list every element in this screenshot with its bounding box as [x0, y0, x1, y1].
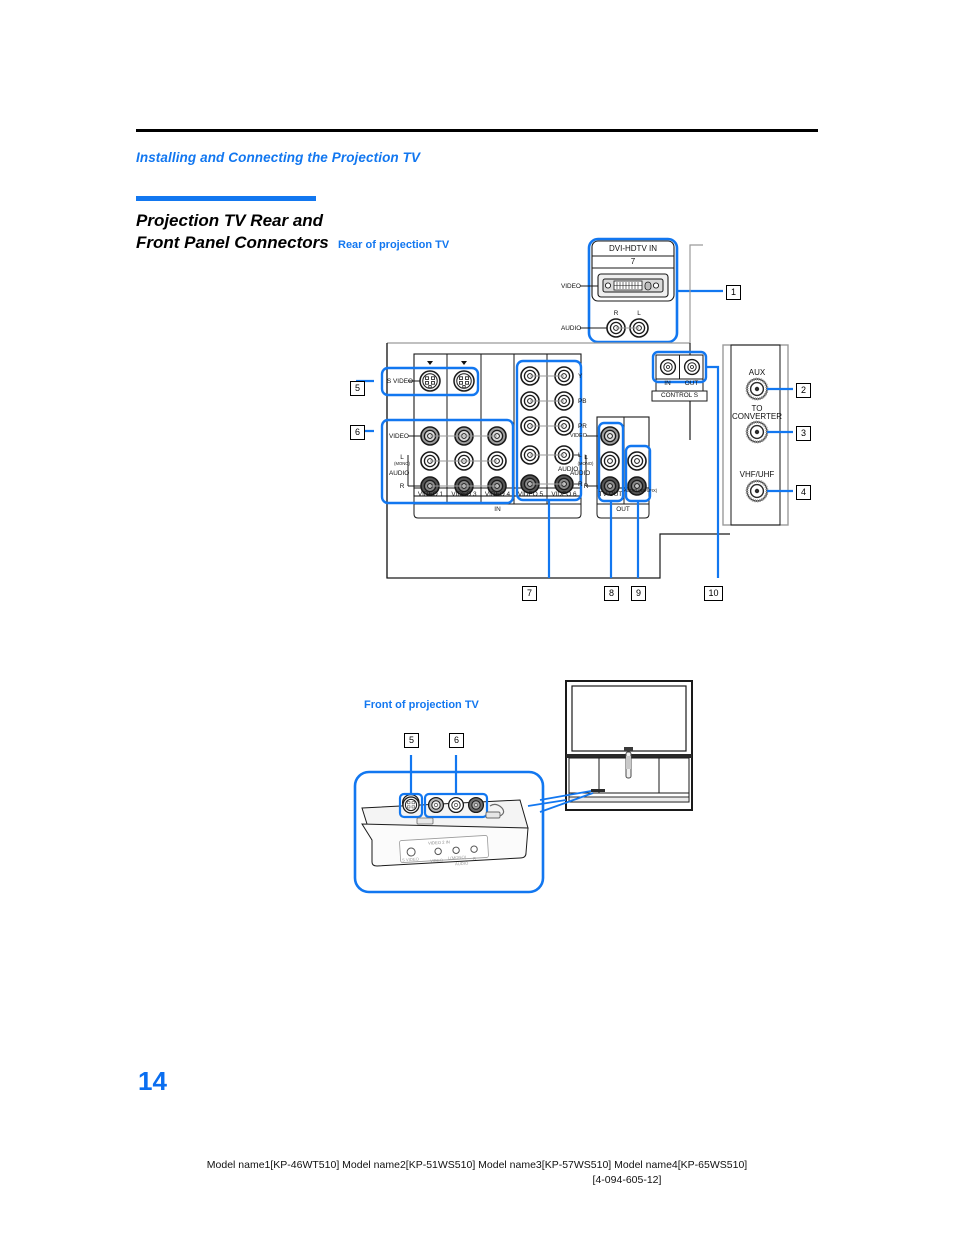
- vhf-uhf-label: VHF/UHF: [739, 470, 775, 479]
- component-pr-label: PR: [578, 423, 587, 430]
- input-group-label: IN: [494, 506, 501, 513]
- callout-10: 10: [704, 586, 723, 601]
- callout-7: 7: [522, 586, 537, 601]
- dvi-number: 7: [630, 257, 636, 266]
- callout-1: 1: [726, 285, 741, 300]
- tvout-right-label: R: [583, 483, 589, 490]
- front-jack-svideo-label: S VIDEO: [401, 856, 420, 863]
- dvi-video-label: VIDEO: [561, 283, 581, 290]
- column-label-video3: VIDEO 3: [451, 491, 477, 498]
- video-in-label: VIDEO: [389, 433, 409, 440]
- aux-label: AUX: [748, 368, 766, 377]
- callout-6-front: 6: [449, 733, 464, 748]
- column-label-video1: VIDEO 1: [417, 491, 444, 498]
- audio-right-label: R: [399, 483, 405, 490]
- audio-left-label: L: [400, 454, 404, 461]
- connector-diagrams: [353, 237, 793, 894]
- dvi-jack-l-label: L: [637, 310, 641, 317]
- footer-model-names: Model name1[KP-46WT510] Model name2[KP-5…: [206, 1159, 748, 1171]
- control-s-title: CONTROL S: [660, 392, 699, 399]
- callout-9: 9: [631, 586, 646, 601]
- audio-in-label: AUDIO: [389, 470, 410, 477]
- dvi-title: DVI-HDTV IN: [609, 244, 657, 253]
- callout-5-front: 5: [404, 733, 419, 748]
- column-label-video4: VIDEO 4: [484, 491, 511, 498]
- tvout-mono-label: (MONO): [577, 461, 594, 466]
- rear-figure-caption: Rear of projection TV: [338, 239, 450, 251]
- tvout-left-label: L: [584, 454, 588, 461]
- callout-2: 2: [796, 383, 811, 398]
- callout-8: 8: [604, 586, 619, 601]
- to-converter-label-line2: CONVERTER: [731, 412, 783, 421]
- column-label-video6: VIDEO 6: [551, 491, 577, 498]
- front-figure-caption: Front of projection TV: [364, 699, 479, 711]
- callout-5-rear: 5: [350, 381, 365, 396]
- section-kicker: Installing and Connecting the Projection…: [136, 150, 421, 165]
- output-connector-plate: [585, 416, 652, 519]
- callout-4: 4: [796, 485, 811, 500]
- dvi-jack-r-label: R: [613, 310, 619, 317]
- rear-chassis-outline: [386, 244, 730, 579]
- page-number: 14: [138, 1066, 167, 1096]
- projection-tv-illustration: [527, 680, 693, 813]
- dvi-audio-label: AUDIO: [561, 325, 582, 332]
- front-panel-title: VIDEO 2 IN: [427, 839, 451, 846]
- column-label-audio-varfix: AUDIO (VAR/FIX): [624, 488, 658, 493]
- page-title: Projection TV Rear and Front Panel Conne…: [136, 211, 329, 253]
- tvout-audio-label: AUDIO: [570, 470, 591, 477]
- dvi-hdtv-module: [580, 237, 723, 344]
- front-audio-label: AUDIO: [454, 860, 469, 867]
- column-label-video5: VIDEO 5: [517, 491, 544, 498]
- column-label-tv-out: TV OUT: [598, 491, 623, 498]
- callout-3: 3: [796, 426, 811, 441]
- callout-6-rear: 6: [350, 425, 365, 440]
- footer-doc-code: [4-094-605-12]: [592, 1174, 662, 1187]
- tvout-video-label: VIDEO: [570, 433, 587, 439]
- component-pb-label: PB: [578, 398, 587, 405]
- manual-page: Installing and Connecting the Projection…: [0, 0, 954, 1235]
- footer: Model name1[KP-46WT510] Model name2[KP-5…: [0, 1158, 954, 1188]
- front-jack-right-label: R: [472, 855, 477, 862]
- front-jack-left-label: L(MONO): [447, 854, 467, 861]
- control-s-out-label: OUT: [684, 380, 699, 387]
- control-s-in-label: IN: [664, 380, 671, 387]
- audio-mono-label: (MONO): [394, 461, 410, 466]
- front-jack-video-label: VIDEO: [429, 857, 444, 864]
- component-y-label: Y: [578, 373, 583, 380]
- svideo-label: S VIDEO: [387, 378, 413, 385]
- header-rule: [136, 129, 818, 132]
- title-accent-rule: [136, 196, 316, 201]
- output-group-label: OUT: [616, 506, 630, 513]
